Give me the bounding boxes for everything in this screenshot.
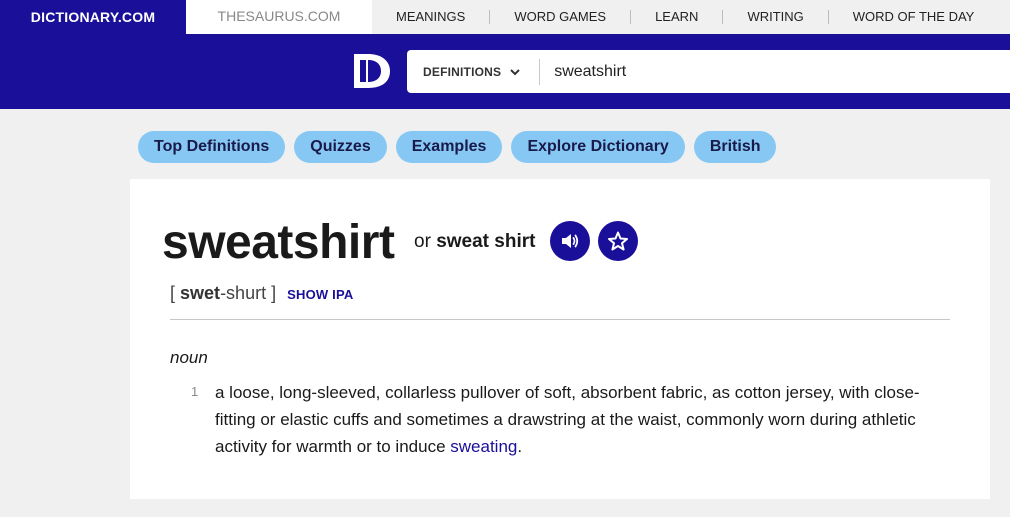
pron-close-bracket: ] (271, 283, 277, 303)
header-band: DEFINITIONS (0, 34, 1010, 109)
nav-link-learn[interactable]: LEARN (631, 10, 724, 24)
definition-link-sweating[interactable]: sweating (450, 437, 517, 456)
nav-links: MEANINGS WORD GAMES LEARN WRITING WORD O… (372, 0, 1010, 34)
pill-quizzes[interactable]: Quizzes (294, 131, 387, 163)
audio-button[interactable] (550, 221, 590, 261)
definition-number: 1 (191, 384, 199, 399)
definition-end: . (517, 437, 523, 456)
headword: sweatshirt (162, 216, 395, 269)
pron-open-bracket: [ (170, 283, 176, 303)
definition-text: a loose, long-sleeved, collarless pullov… (215, 379, 955, 460)
search-type-dropdown[interactable]: DEFINITIONS (407, 65, 531, 79)
search-input[interactable] (554, 62, 935, 81)
pill-british[interactable]: British (693, 131, 777, 163)
search-type-label: DEFINITIONS (423, 64, 502, 79)
pill-examples[interactable]: Examples (395, 131, 503, 163)
top-navigation: DICTIONARY.COM THESAURUS.COM MEANINGS WO… (0, 0, 1010, 34)
dictionary-tab[interactable]: DICTIONARY.COM (0, 0, 186, 34)
pronunciation: [ swet-shurt ] SHOW IPA (170, 283, 353, 304)
nav-link-writing[interactable]: WRITING (723, 10, 829, 24)
part-of-speech: noun (170, 348, 208, 367)
pron-stressed-syllable: swet (180, 283, 221, 303)
entry-card: sweatshirt or sweat shirt [ swet-shurt ]… (130, 179, 990, 499)
thesaurus-tab[interactable]: THESAURUS.COM (186, 0, 372, 34)
search-bar: DEFINITIONS (407, 50, 1010, 93)
speaker-icon (562, 234, 579, 248)
variant-spelling: or sweat shirt (414, 231, 535, 253)
dictionary-logo[interactable] (350, 50, 392, 92)
search-divider (539, 58, 541, 85)
show-ipa-button[interactable]: SHOW IPA (287, 287, 353, 302)
pron-syllable: -shurt (220, 283, 267, 303)
chevron-down-icon (510, 68, 520, 75)
variant-word: sweat shirt (436, 231, 536, 252)
definition-body: a loose, long-sleeved, collarless pullov… (215, 383, 920, 456)
divider (170, 319, 950, 320)
pill-explore-dictionary[interactable]: Explore Dictionary (511, 131, 685, 163)
star-icon (608, 231, 628, 251)
variant-or: or (414, 231, 431, 252)
section-pills: Top Definitions Quizzes Examples Explore… (138, 131, 785, 163)
favorite-button[interactable] (598, 221, 638, 261)
nav-link-word-games[interactable]: WORD GAMES (490, 10, 632, 24)
pill-top-definitions[interactable]: Top Definitions (138, 131, 286, 163)
nav-link-word-of-the-day[interactable]: WORD OF THE DAY (829, 10, 999, 24)
nav-link-meanings[interactable]: MEANINGS (372, 10, 491, 24)
